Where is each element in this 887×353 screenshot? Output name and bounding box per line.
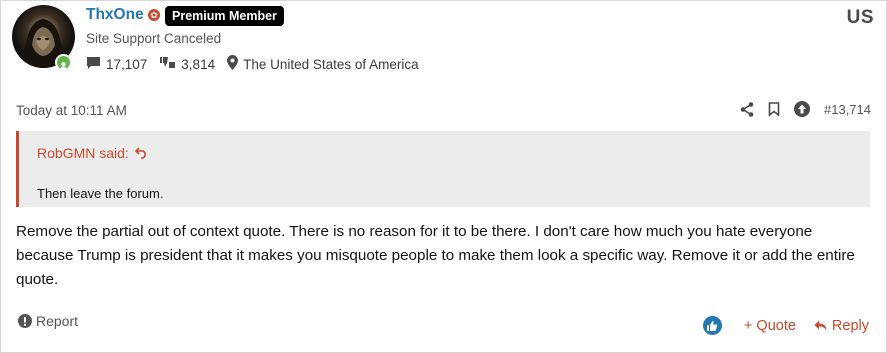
location-value[interactable]: The United States of America [243, 57, 419, 72]
quote-header[interactable]: RobGMN said: [37, 145, 148, 161]
post-footer-actions: + Quote Reply [702, 316, 869, 335]
message-count-value: 17,107 [106, 56, 148, 72]
speech-bubble-icon [86, 56, 101, 73]
reaction-score-value: 3,814 [181, 56, 216, 72]
quote-author[interactable]: RobGMN said: [37, 145, 129, 161]
bookmark-icon[interactable] [768, 102, 780, 116]
quote-button[interactable]: + Quote [744, 318, 796, 334]
post-body: Remove the partial out of context quote.… [16, 223, 855, 288]
online-status-icon [55, 54, 72, 71]
username-link[interactable]: ThxOne [86, 6, 144, 24]
premium-member-badge: Premium Member [165, 6, 284, 26]
message-count: 17,107 [86, 56, 147, 73]
map-pin-icon [227, 55, 239, 73]
reaction-score: 3,814 [159, 55, 215, 73]
user-stats: 17,107 3,814 The United States of Americ… [86, 55, 431, 73]
quote-text: Then leave the forum. [37, 186, 164, 201]
report-link[interactable]: Report [18, 313, 78, 329]
exclamation-circle-icon [18, 314, 32, 328]
reply-button[interactable]: Reply [814, 318, 869, 334]
user-title: Site Support Canceled [86, 31, 222, 46]
reply-arrow-icon[interactable] [134, 147, 148, 159]
thumbs-up-down-icon [159, 55, 176, 73]
post-timestamp[interactable]: Today at 10:11 AM [16, 103, 127, 118]
reply-arrow-icon [814, 320, 827, 331]
location[interactable]: The United States of America [227, 55, 419, 73]
post-actions: #13,714 [726, 101, 871, 117]
post-number[interactable]: #13,714 [824, 102, 871, 117]
report-label[interactable]: Report [36, 313, 78, 329]
quote-block: RobGMN said: Then leave the forum. [16, 131, 870, 207]
reply-label[interactable]: Reply [832, 318, 869, 334]
thumbs-up-icon[interactable] [702, 316, 722, 335]
country-code: US [846, 7, 874, 28]
arrow-up-circle-icon[interactable] [794, 101, 810, 117]
staff-icon: ✿ [148, 9, 160, 21]
share-icon[interactable] [740, 101, 754, 117]
